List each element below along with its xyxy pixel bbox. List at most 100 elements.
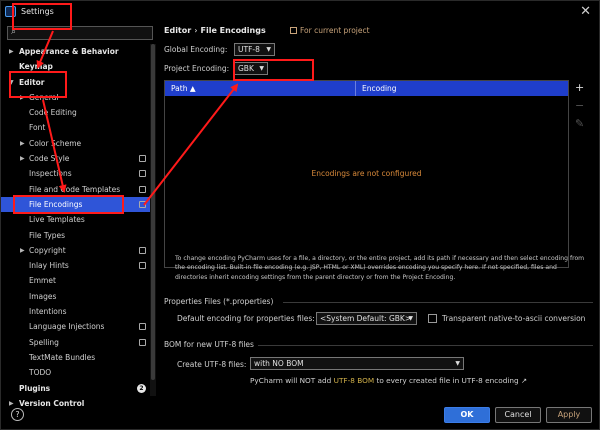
ok-button[interactable]: OK <box>444 407 490 423</box>
updates-badge: 2 <box>137 383 146 393</box>
remove-icon[interactable]: − <box>575 99 584 112</box>
sidebar-item-label: Language Injections <box>29 322 105 332</box>
project-scope-icon <box>139 200 146 208</box>
table-header: Path ▲ Encoding <box>165 81 568 96</box>
project-icon <box>290 27 297 34</box>
close-icon[interactable]: ✕ <box>580 4 591 19</box>
project-encoding-label: Project Encoding: <box>164 64 230 73</box>
properties-encoding-value: <System Default: GBK> <box>320 314 412 323</box>
sidebar-item-code-style[interactable]: ▶ Code Style <box>1 151 150 166</box>
sidebar-item-code-editing[interactable]: Code Editing <box>1 105 150 120</box>
empty-table-message: Encodings are not configured <box>311 169 422 178</box>
chevron-right-icon[interactable]: ▶ <box>20 136 25 151</box>
bom-note: PyCharm will NOT add UTF-8 BOM to every … <box>250 376 527 385</box>
native-to-ascii-label: Transparent native-to-ascii conversion <box>442 314 586 323</box>
sidebar-item-font[interactable]: Font <box>1 120 150 135</box>
sidebar-item-label: Images <box>29 291 57 301</box>
encoding-column-header[interactable]: Encoding <box>356 81 568 96</box>
sidebar-item-label: Inlay Hints <box>29 261 69 271</box>
sidebar-item-inlay-hints[interactable]: Inlay Hints <box>1 258 150 273</box>
project-scope-icon <box>139 170 146 178</box>
annotation-box-settings <box>12 3 72 30</box>
annotation-box-project-encoding <box>233 59 314 81</box>
encoding-help-text: To change encoding PyCharm uses for a fi… <box>175 255 585 281</box>
sidebar-item-spelling[interactable]: Spelling <box>1 335 150 350</box>
chevron-right-icon[interactable]: ▶ <box>20 151 25 166</box>
sidebar-item-label: Appearance & Behavior <box>19 47 119 56</box>
project-scope-icon <box>139 155 146 163</box>
bom-section-title: BOM for new UTF-8 files <box>164 340 254 349</box>
bom-note-suffix: to every created file in UTF-8 encoding … <box>374 376 528 385</box>
breadcrumb-editor[interactable]: Editor <box>164 26 191 35</box>
sidebar-item-label: Code Editing <box>29 108 77 118</box>
sidebar-item-copyright[interactable]: ▶ Copyright <box>1 243 150 258</box>
sidebar-item-label: Spelling <box>29 337 59 347</box>
sidebar-item-label: File Types <box>29 230 66 240</box>
sidebar-item-label: Intentions <box>29 307 67 317</box>
bom-value: with NO BOM <box>254 359 304 368</box>
main-panel: Editor › File Encodings For current projec… <box>158 23 600 399</box>
chevron-down-icon: ▼ <box>266 46 271 53</box>
sidebar-item-intentions[interactable]: Intentions <box>1 304 150 319</box>
annotation-box-editor <box>9 71 67 98</box>
utf8-bom-link[interactable]: UTF-8 BOM <box>334 376 375 385</box>
sidebar-scrollbar[interactable] <box>150 44 156 396</box>
for-current-project-note: For current project <box>290 26 370 35</box>
global-encoding-value: UTF-8 <box>238 45 260 54</box>
sidebar-item-color-scheme[interactable]: ▶ Color Scheme <box>1 136 150 151</box>
section-divider <box>258 345 593 346</box>
sidebar-item-label: TODO <box>29 368 52 378</box>
chevron-down-icon: ▼ <box>408 315 413 322</box>
sidebar-item-language-injections[interactable]: Language Injections <box>1 319 150 334</box>
chevron-down-icon: ▼ <box>455 360 460 367</box>
sidebar-item-textmate-bundles[interactable]: TextMate Bundles <box>1 350 150 365</box>
sidebar-item-label: Live Templates <box>29 215 85 225</box>
sidebar-item-label: Emmet <box>29 276 56 286</box>
encodings-table[interactable]: Path ▲ Encoding Encodings are not config… <box>164 80 569 268</box>
help-button[interactable]: ? <box>11 408 24 421</box>
properties-section-title: Properties Files (*.properties) <box>164 297 274 306</box>
chevron-right-icon[interactable]: ▶ <box>9 44 14 59</box>
sidebar-item-file-types[interactable]: File Types <box>1 228 150 243</box>
add-icon[interactable]: + <box>575 81 584 94</box>
bom-dropdown[interactable]: with NO BOM ▼ <box>250 357 464 370</box>
project-scope-icon <box>139 323 146 331</box>
sidebar-item-label: Inspections <box>29 169 72 179</box>
project-scope-icon <box>139 185 146 193</box>
sidebar-item-label: Code Style <box>29 154 70 164</box>
sidebar-item-live-templates[interactable]: Live Templates <box>1 212 150 227</box>
global-encoding-dropdown[interactable]: UTF-8 ▼ <box>234 43 275 56</box>
project-scope-icon <box>139 262 146 270</box>
cancel-button[interactable]: Cancel <box>495 407 541 423</box>
sidebar-item-plugins[interactable]: Plugins 2 <box>1 381 150 396</box>
apply-button[interactable]: Apply <box>546 407 592 423</box>
settings-window: Settings ✕ ⌕ ▶ Appearance & Behavior Keyma… <box>0 0 600 430</box>
sidebar-item-images[interactable]: Images <box>1 289 150 304</box>
annotation-box-file-encodings <box>13 195 124 214</box>
breadcrumb-file-encodings: File Encodings <box>200 26 266 35</box>
sidebar-item-emmet[interactable]: Emmet <box>1 273 150 288</box>
sidebar-item-label: Plugins <box>19 383 51 393</box>
edit-icon[interactable]: ✎ <box>575 117 584 130</box>
properties-default-label: Default encoding for properties files: <box>177 314 315 323</box>
sidebar-item-label: Color Scheme <box>29 138 82 148</box>
create-utf8-label: Create UTF-8 files: <box>177 360 247 369</box>
global-encoding-label: Global Encoding: <box>164 45 228 54</box>
sidebar-item-todo[interactable]: TODO <box>1 365 150 380</box>
dialog-footer: ? OK Cancel Apply <box>1 399 600 430</box>
sidebar-item-label: Font <box>29 123 46 133</box>
sidebar-scrollbar-thumb[interactable] <box>151 44 155 380</box>
native-to-ascii-checkbox[interactable] <box>428 314 437 323</box>
sidebar-item-label: Copyright <box>29 245 66 255</box>
for-project-text: For current project <box>300 26 370 35</box>
settings-tree: ▶ Appearance & Behavior Keymap ▼ Editor ▶ Gene… <box>1 44 150 411</box>
title-bar: Settings ✕ <box>1 1 600 23</box>
properties-encoding-dropdown[interactable]: <System Default: GBK> ▼ <box>316 312 417 325</box>
path-column-header[interactable]: Path ▲ <box>165 81 356 96</box>
sidebar-item-appearance-behavior[interactable]: ▶ Appearance & Behavior <box>1 44 150 59</box>
section-divider <box>283 302 593 303</box>
breadcrumb: Editor › File Encodings <box>164 26 266 35</box>
chevron-right-icon[interactable]: ▶ <box>20 243 25 258</box>
sidebar-item-inspections[interactable]: Inspections <box>1 166 150 181</box>
bom-note-prefix: PyCharm will NOT add <box>250 376 334 385</box>
